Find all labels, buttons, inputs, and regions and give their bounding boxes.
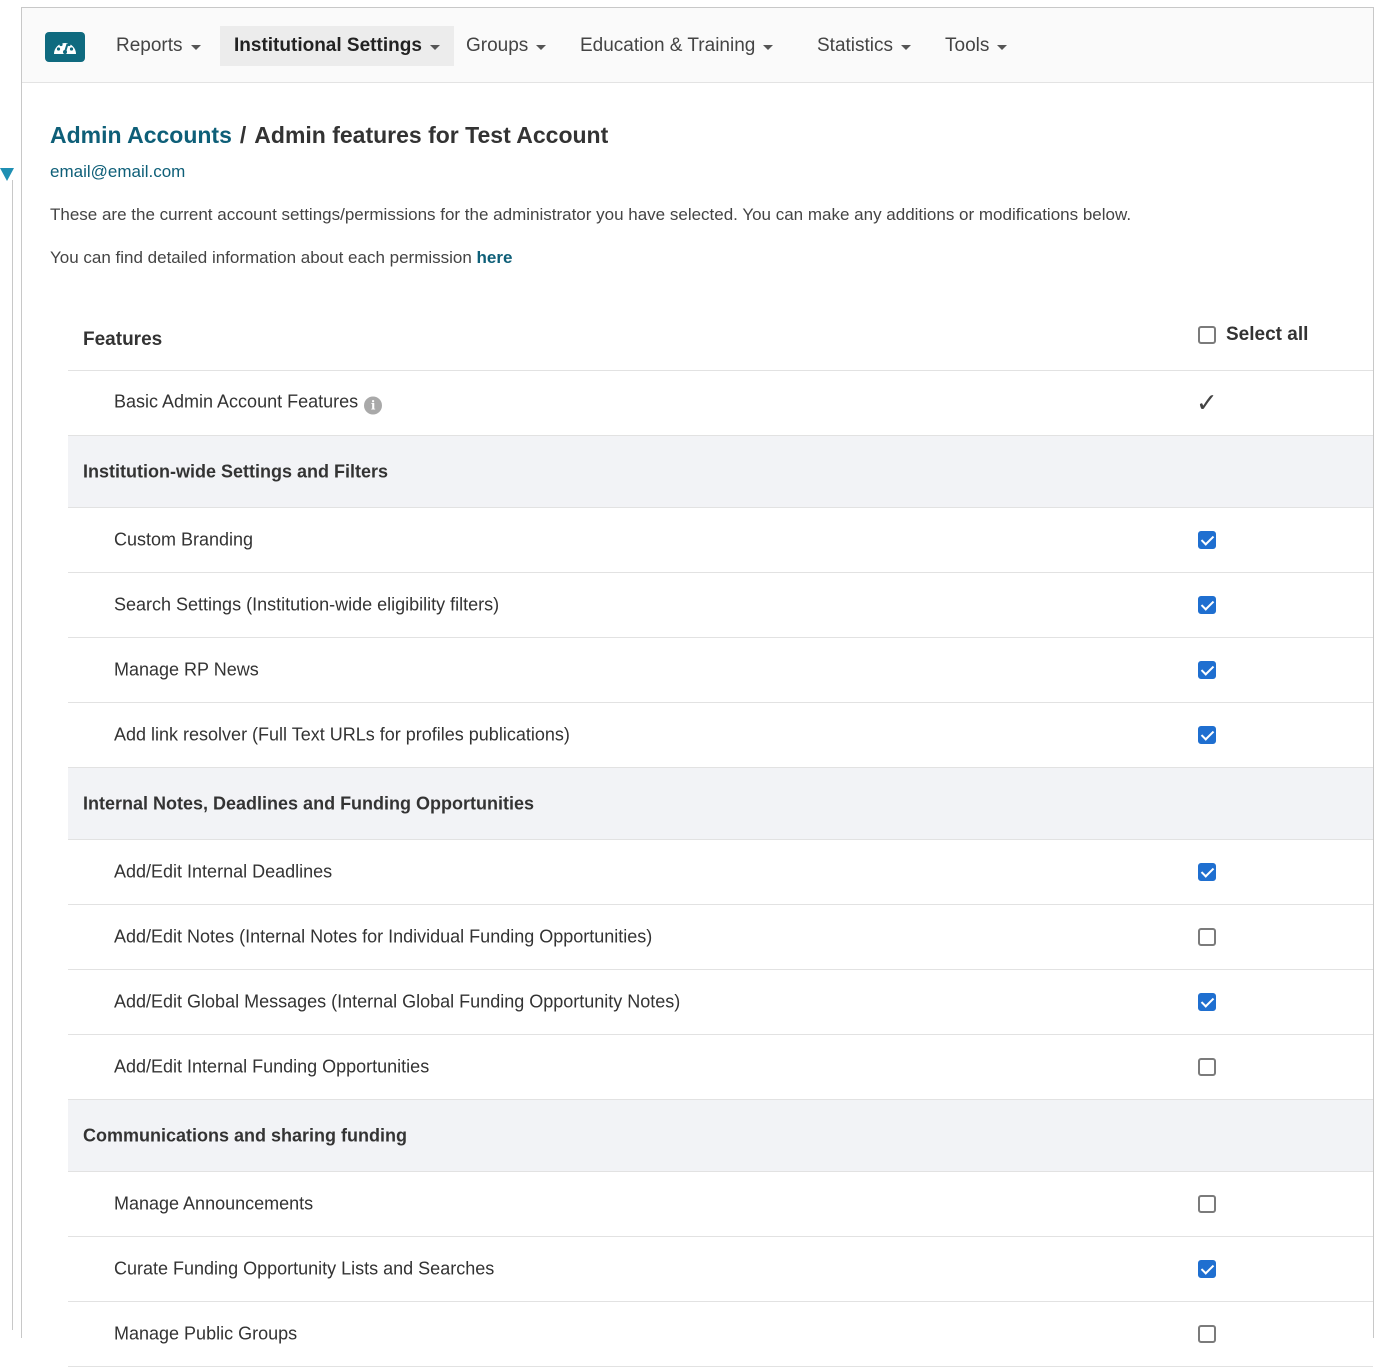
nav-groups[interactable]: Groups [452, 26, 560, 66]
checkmark-icon: ✓ [1196, 387, 1218, 418]
permission-checkbox[interactable] [1198, 1325, 1216, 1343]
permission-label: Add/Edit Internal Funding Opportunities [114, 1056, 430, 1077]
permission-checkbox[interactable] [1198, 1058, 1216, 1076]
page-title: Admin features for Test Account [254, 122, 609, 148]
breadcrumb: Admin Accounts / Admin features for Test A… [50, 122, 608, 149]
permission-label: Manage Announcements [114, 1193, 314, 1214]
basic-features-row: Basic Admin Account Features i ✓ [68, 371, 1373, 436]
permission-checkbox[interactable] [1198, 726, 1216, 744]
feature-groups: Institution-wide Settings and Filters Cus… [68, 436, 1373, 1367]
caret-down-icon [190, 44, 201, 50]
permission-label: Add/Edit Global Messages (Internal Globa… [114, 991, 681, 1012]
caret-down-icon [997, 44, 1008, 50]
permission-label: Manage RP News [114, 659, 259, 680]
permission-checkbox[interactable] [1198, 531, 1216, 549]
permission-checkbox[interactable] [1198, 993, 1216, 1011]
permission-checkbox[interactable] [1198, 661, 1216, 679]
breadcrumb-separator: / [239, 122, 247, 148]
permission-label: Add/Edit Internal Deadlines [114, 861, 333, 882]
account-email: email@email.com [50, 162, 186, 181]
permission-row: Manage Announcements [68, 1172, 1373, 1237]
select-all-checkbox[interactable] [1198, 326, 1216, 344]
intro-text: These are the current account settings/p… [50, 205, 1132, 224]
permission-row: Add/Edit Notes (Internal Notes for Indiv… [68, 905, 1373, 970]
permission-row: Add link resolver (Full Text URLs for pr… [68, 703, 1373, 768]
features-table: Features Select all Basic Admin Account … [68, 306, 1373, 1367]
group-title: Institution-wide Settings and Filters [83, 461, 389, 481]
nav-tools[interactable]: Tools [931, 26, 1021, 66]
admin-panel: Reports Institutional Settings Groups Ed… [21, 7, 1374, 1367]
caret-down-icon [763, 44, 774, 50]
permission-info-link[interactable]: here [477, 248, 513, 267]
info-text-label: You can find detailed information about … [50, 248, 477, 267]
nav-reports[interactable]: Reports [102, 26, 215, 66]
caret-down-icon [429, 44, 440, 50]
top-navbar: Reports Institutional Settings Groups Ed… [22, 8, 1373, 83]
select-all-label: Select all [1226, 324, 1309, 345]
group-header-row: Internal Notes, Deadlines and Funding Op… [68, 768, 1373, 840]
permission-label: Search Settings (Institution-wide eligib… [114, 594, 500, 615]
permission-checkbox[interactable] [1198, 863, 1216, 881]
permission-row: Curate Funding Opportunity Lists and Sea… [68, 1237, 1373, 1302]
permission-checkbox[interactable] [1198, 928, 1216, 946]
basic-features-label: Basic Admin Account Features i [114, 392, 383, 415]
features-heading: Features [83, 329, 163, 350]
permission-row: Search Settings (Institution-wide eligib… [68, 573, 1373, 638]
permission-row: Manage RP News [68, 638, 1373, 703]
permission-label: Curate Funding Opportunity Lists and Sea… [114, 1258, 495, 1279]
select-all-control[interactable]: Select all [1198, 324, 1308, 346]
group-header-row: Institution-wide Settings and Filters [68, 436, 1373, 508]
permission-checkbox[interactable] [1198, 1260, 1216, 1278]
features-header-row: Features Select all [68, 306, 1373, 371]
info-circle-icon[interactable]: i [364, 396, 383, 415]
permission-label: Custom Branding [114, 529, 254, 550]
group-title: Internal Notes, Deadlines and Funding Op… [83, 793, 535, 813]
permission-row: Add/Edit Internal Funding Opportunities [68, 1035, 1373, 1100]
breadcrumb-admin-accounts-link[interactable]: Admin Accounts [50, 122, 232, 148]
group-header-row: Communications and sharing funding [68, 1100, 1373, 1172]
nav-institutional-settings[interactable]: Institutional Settings [220, 26, 454, 66]
permission-row: Add/Edit Internal Deadlines [68, 840, 1373, 905]
permission-row: Manage Public Groups [68, 1302, 1373, 1367]
permission-checkbox[interactable] [1198, 1195, 1216, 1213]
outer-divider [12, 180, 13, 1330]
permission-label: Add/Edit Notes (Internal Notes for Indiv… [114, 926, 653, 947]
permission-row: Add/Edit Global Messages (Internal Globa… [68, 970, 1373, 1035]
caret-down-icon [901, 44, 912, 50]
group-title: Communications and sharing funding [83, 1125, 407, 1145]
permission-label: Add link resolver (Full Text URLs for pr… [114, 724, 570, 745]
permission-checkbox[interactable] [1198, 596, 1216, 614]
permission-row: Custom Branding [68, 508, 1373, 573]
caret-down-icon [536, 44, 547, 50]
dashboard-gauge-icon[interactable] [45, 32, 85, 62]
nav-statistics[interactable]: Statistics [803, 26, 925, 66]
permission-label: Manage Public Groups [114, 1323, 298, 1344]
info-text: You can find detailed information about … [50, 248, 512, 268]
nav-education-training[interactable]: Education & Training [566, 26, 787, 66]
